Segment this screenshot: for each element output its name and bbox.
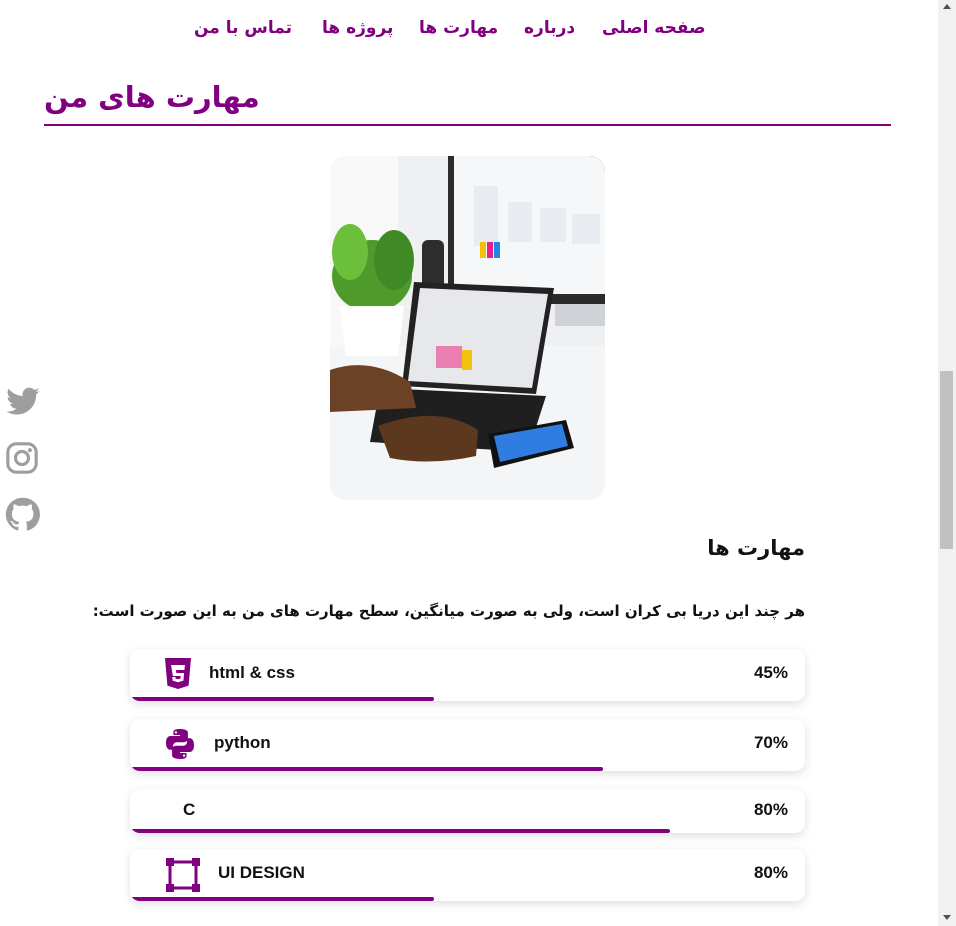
twitter-icon[interactable] (5, 384, 41, 420)
skill-progress-track (130, 767, 805, 771)
python-icon (164, 728, 196, 760)
vector-square-icon (165, 857, 201, 893)
skills-heading: مهارت ها (707, 536, 805, 560)
css3-icon (164, 658, 196, 690)
skill-percent: 70% (753, 733, 788, 752)
skill-progress-track (130, 897, 805, 901)
skill-name: html & css (209, 663, 295, 682)
skill-progress-fill (130, 767, 603, 771)
skill-progress-fill (130, 697, 434, 701)
nav-item-contact[interactable]: تماس با من (194, 18, 292, 38)
page-scrollbar[interactable] (938, 0, 956, 926)
hero-image (330, 156, 605, 500)
scroll-down-arrow-icon[interactable] (943, 915, 951, 920)
nav-item-about[interactable]: درباره (524, 18, 575, 38)
skill-percent: 80% (753, 863, 788, 882)
laptop-workspace-photo (330, 156, 605, 500)
skill-progress-fill (130, 829, 670, 833)
nav-item-skills[interactable]: مهارت ها (419, 18, 498, 38)
github-icon[interactable] (5, 497, 41, 533)
nav-item-home[interactable]: صفحه اصلی (602, 18, 706, 38)
skills-lead-text: هر چند این دریا بی کران است، ولی به صورت… (92, 602, 805, 620)
skill-card-ui-design: UI DESIGN 80% (130, 849, 805, 901)
instagram-icon[interactable] (5, 441, 41, 477)
skill-name: python (214, 733, 271, 752)
page-title: مهارت های من (44, 80, 260, 114)
skill-card-c: C 80% (130, 789, 805, 833)
skill-progress-fill (130, 897, 434, 901)
skill-percent: 80% (753, 800, 788, 819)
skill-progress-track (130, 829, 805, 833)
skill-progress-track (130, 697, 805, 701)
nav-item-projects[interactable]: پروژه ها (322, 18, 393, 38)
skill-card-html-css: html & css 45% (130, 649, 805, 701)
skill-name: C (183, 800, 196, 819)
scrollbar-thumb[interactable] (940, 371, 953, 549)
scroll-up-arrow-icon[interactable] (943, 4, 951, 9)
skill-percent: 45% (753, 663, 788, 682)
top-nav: صفحه اصلی درباره مهارت ها پروژه ها تماس … (0, 14, 938, 46)
skill-card-python: python 70% (130, 719, 805, 771)
section-header: مهارت های من (44, 78, 891, 126)
skill-name: UI DESIGN (218, 863, 305, 882)
